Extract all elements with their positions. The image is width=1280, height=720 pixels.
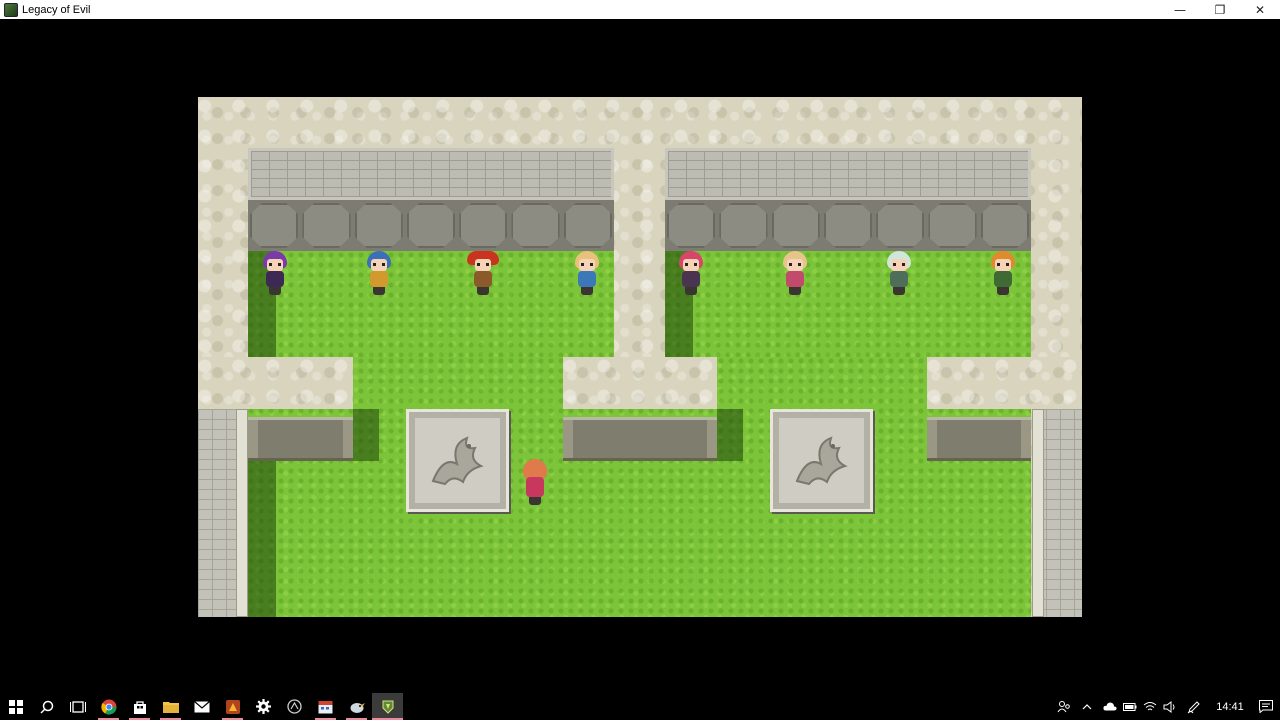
grass-area-right-room	[665, 251, 1031, 357]
character-0[interactable]	[258, 249, 292, 297]
search-button[interactable]	[31, 693, 62, 720]
mail-app[interactable]	[186, 693, 217, 720]
bird-app[interactable]	[341, 693, 372, 720]
store-app[interactable]	[124, 693, 155, 720]
search-icon	[39, 700, 53, 714]
game-icon	[225, 699, 240, 714]
store-icon	[133, 700, 146, 714]
game-app-1[interactable]	[217, 693, 248, 720]
dragon-relief-block-right[interactable]	[770, 409, 873, 512]
chrome-app[interactable]	[93, 693, 124, 720]
character-3[interactable]	[570, 249, 604, 297]
game-viewport[interactable]	[198, 97, 1082, 617]
character-4[interactable]	[674, 249, 708, 297]
maximize-button[interactable]: ❐	[1200, 0, 1240, 19]
calendar-icon	[318, 701, 333, 714]
start-button[interactable]	[0, 693, 31, 720]
stone-ledge-center	[563, 417, 717, 461]
window-title-bar[interactable]: Legacy of Evil — ❐ ✕	[0, 0, 1280, 19]
notifications-icon[interactable]	[1252, 693, 1280, 720]
character-1[interactable]	[362, 249, 396, 297]
minimize-button[interactable]: —	[1160, 0, 1200, 19]
app-circle[interactable]	[279, 693, 310, 720]
stone-ledge-right	[927, 417, 1031, 461]
shadow-ledge-left	[353, 409, 379, 461]
chrome-icon	[100, 699, 117, 715]
circle-icon	[287, 699, 302, 714]
gear-icon	[256, 699, 271, 714]
bird-icon	[350, 702, 365, 713]
legacy-of-evil-icon	[382, 700, 393, 714]
wifi-icon[interactable]	[1140, 693, 1160, 720]
character-7[interactable]	[986, 249, 1020, 297]
task-view-icon	[69, 700, 86, 713]
stone-block-right	[927, 357, 1082, 409]
dragon-relief-block-left[interactable]	[406, 409, 509, 512]
character-5[interactable]	[778, 249, 812, 297]
stone-block-left	[198, 357, 353, 409]
windows-icon	[8, 699, 23, 714]
close-button[interactable]: ✕	[1240, 0, 1280, 19]
legacy-of-evil-app[interactable]	[372, 693, 403, 720]
window-title: Legacy of Evil	[22, 3, 91, 16]
pen-icon[interactable]	[1180, 693, 1208, 720]
clock[interactable]: 14:41	[1208, 701, 1252, 713]
dragon-relief-icon	[795, 436, 848, 486]
octagon-wall-right	[665, 200, 1031, 251]
task-view-button[interactable]	[62, 693, 93, 720]
octagon-wall-left	[248, 200, 614, 251]
system-tray: 14:41	[1054, 693, 1280, 720]
people-icon[interactable]	[1054, 693, 1074, 720]
stone-ledge-left	[248, 417, 353, 461]
brick-wall-left	[248, 148, 614, 200]
stone-block-center	[563, 357, 717, 409]
shadow-ledge-center	[717, 409, 743, 461]
dragon-relief-icon	[431, 436, 484, 486]
character-2[interactable]	[466, 249, 500, 297]
mail-icon	[193, 700, 210, 712]
shadow-left-pillar	[248, 461, 276, 617]
settings-app[interactable]	[248, 693, 279, 720]
volume-icon[interactable]	[1160, 693, 1180, 720]
grass-area-left-room	[248, 251, 614, 357]
folder-icon	[162, 702, 179, 713]
battery-icon[interactable]	[1120, 693, 1140, 720]
pillar-trim-right	[1032, 409, 1044, 617]
brick-wall-right	[665, 148, 1031, 200]
pillar-trim-left	[236, 409, 248, 617]
taskbar: 14:41	[0, 693, 1280, 720]
file-explorer-app[interactable]	[155, 693, 186, 720]
character-6[interactable]	[882, 249, 916, 297]
calendar-app[interactable]	[310, 693, 341, 720]
player-character[interactable]	[518, 457, 552, 505]
legacy-of-evil-icon	[4, 2, 18, 17]
cloud-icon[interactable]	[1100, 693, 1120, 720]
chevron-up-icon[interactable]	[1074, 693, 1100, 720]
